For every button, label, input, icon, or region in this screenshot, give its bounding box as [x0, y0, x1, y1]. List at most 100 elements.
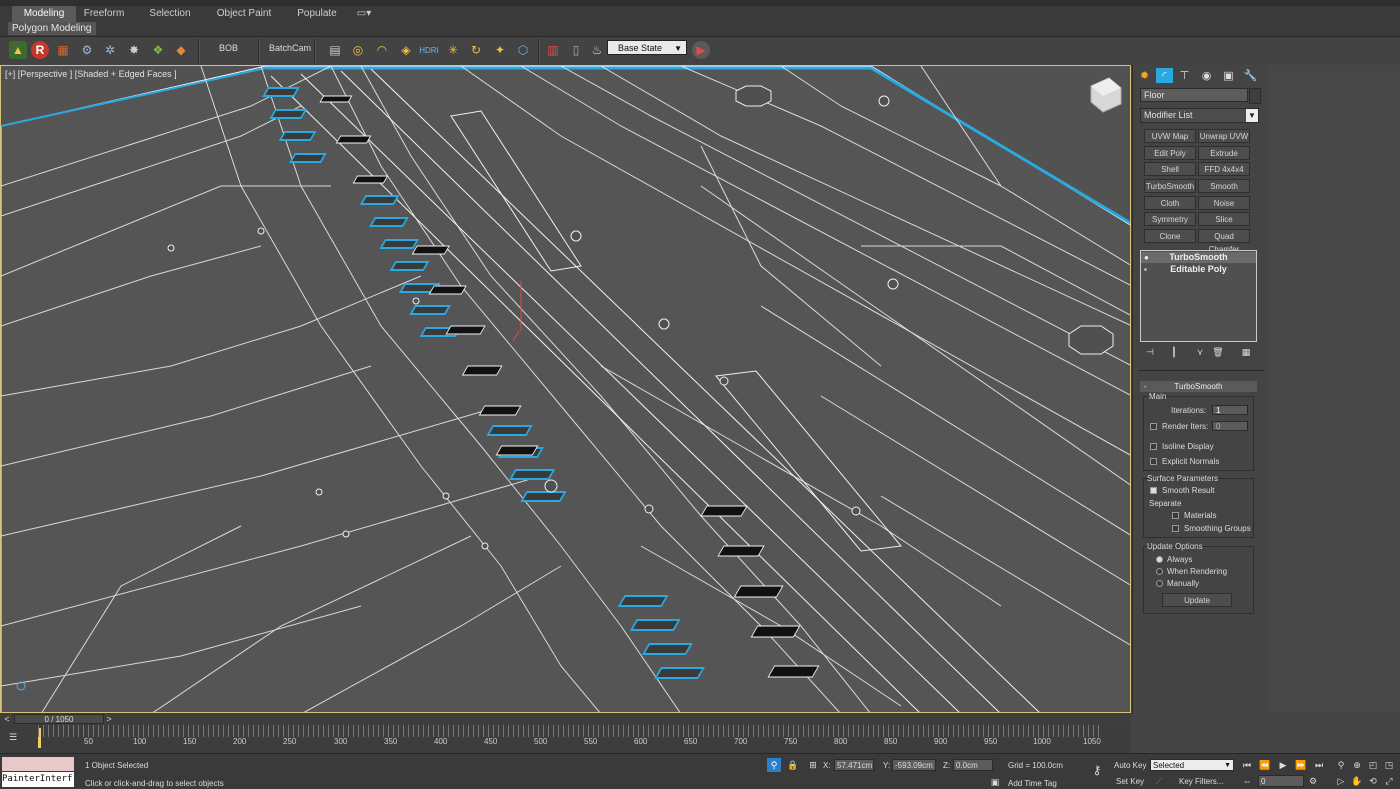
iterations-spinner[interactable]: 1 [1212, 405, 1248, 415]
time-config-icon[interactable]: ⚙ [1306, 775, 1320, 787]
teapot-icon[interactable]: ♨ [588, 41, 606, 59]
gear-icon[interactable]: ⚙ [78, 41, 96, 59]
slice-button[interactable]: Slice [1198, 212, 1250, 226]
zoom-icon[interactable]: ⚲ [1334, 759, 1348, 771]
play-icon[interactable]: ▶ [1276, 759, 1290, 771]
sun-arc-icon[interactable]: ◠ [373, 41, 391, 59]
key-icon[interactable]: ⚷ [1090, 764, 1104, 776]
set-key-button[interactable]: Set Key [1116, 777, 1144, 786]
set-keys-icon[interactable]: ⟋ [1152, 775, 1166, 787]
splash-icon[interactable]: ✸ [125, 41, 143, 59]
modifier-list-dropdown[interactable]: Modifier List ▼ [1140, 108, 1259, 123]
turbosmooth-rollout-header[interactable]: - TurboSmooth [1140, 381, 1257, 392]
grid-view-icon[interactable]: ▤ [326, 41, 344, 59]
key-filters-button[interactable]: Key Filters... [1179, 777, 1223, 786]
perspective-viewport[interactable]: [+] [Perspective ] [Shaded + Edged Faces… [0, 65, 1131, 713]
smooth-button[interactable]: Smooth [1198, 179, 1250, 193]
x-coordinate-field[interactable]: 57.471cm [834, 759, 874, 771]
mini-curve-editor-icon[interactable]: ☰ [6, 731, 20, 743]
object-name-field[interactable]: Floor [1140, 88, 1248, 102]
ffd-4x4x4-button[interactable]: FFD 4x4x4 [1198, 162, 1250, 176]
orbit-icon[interactable]: ⟲ [1366, 775, 1380, 787]
stack-item-turbosmooth[interactable]: ● TurboSmooth [1141, 252, 1256, 263]
isoline-display-checkbox[interactable] [1150, 443, 1157, 450]
add-time-tag[interactable]: Add Time Tag [1008, 779, 1057, 788]
state-sets-icon[interactable]: ▥ [544, 41, 562, 59]
shell-button[interactable]: Shell [1144, 162, 1196, 176]
track-bar[interactable]: ☰ 50 100 150 200 250 300 350 400 450 500… [0, 725, 1131, 753]
zoom-extents-icon[interactable]: ◰ [1366, 759, 1380, 771]
state-compare-icon[interactable]: ▯ [567, 41, 585, 59]
z-coordinate-field[interactable]: 0.0cm [953, 759, 993, 771]
utilities-tab-icon[interactable]: 🔧 [1242, 68, 1259, 83]
absolute-mode-icon[interactable]: ⊞ [806, 759, 820, 771]
unwrap-uvw-button[interactable]: Unwrap UVW [1198, 129, 1250, 143]
brick-icon[interactable]: ▦ [54, 41, 72, 59]
bob-button[interactable]: BOB [219, 43, 238, 53]
time-slider[interactable]: 0 / 1050 [14, 714, 104, 724]
auto-key-button[interactable]: Auto Key [1114, 761, 1146, 770]
render-iters-checkbox[interactable] [1150, 423, 1157, 430]
when-rendering-radio[interactable] [1156, 568, 1163, 575]
next-key-icon[interactable]: ⏩ [1294, 759, 1308, 771]
maxscript-listener-top[interactable] [2, 757, 74, 771]
play-render-icon[interactable]: ▶ [692, 41, 710, 59]
settings-icon[interactable]: ✲ [101, 41, 119, 59]
tab-polygon-modeling[interactable]: Polygon Modeling [8, 22, 96, 35]
maximize-viewport-icon[interactable]: ⤢ [1382, 775, 1396, 787]
sun-flare-icon[interactable]: ✳ [444, 41, 462, 59]
stack-item-editable-poly[interactable]: ▪ Editable Poly [1141, 264, 1256, 275]
teapot-render-icon[interactable]: ▲ [9, 41, 27, 59]
previous-key-icon[interactable]: ⏪ [1258, 759, 1272, 771]
materials-checkbox[interactable] [1172, 512, 1179, 519]
search-sun-icon[interactable]: ◎ [349, 41, 367, 59]
modify-tab-icon[interactable]: ◜ [1156, 68, 1173, 83]
expand-icon[interactable]: ▪ [1144, 264, 1147, 275]
cloth-button[interactable]: Cloth [1144, 196, 1196, 210]
selection-set-dropdown[interactable]: Selected ▼ [1150, 759, 1234, 771]
remove-modifier-icon[interactable]: 🗑 [1211, 346, 1225, 358]
pin-stack-icon[interactable]: ⊣ [1143, 346, 1157, 358]
isolate-selection-icon[interactable]: ⚲ [767, 758, 781, 772]
tab-selection[interactable]: Selection [144, 6, 196, 22]
redshift-icon[interactable]: R [31, 41, 49, 59]
tab-populate[interactable]: Populate [290, 6, 344, 22]
make-unique-icon[interactable]: ⋎ [1193, 346, 1207, 358]
tab-modeling[interactable]: Modeling [12, 6, 76, 22]
hdri-icon[interactable]: HDRI [419, 41, 439, 59]
maxscript-mini-listener[interactable]: PainterInterf [2, 772, 74, 787]
show-end-result-icon[interactable]: ┃ [1167, 346, 1181, 358]
field-of-view-icon[interactable]: ▷ [1334, 775, 1348, 787]
time-tag-icon[interactable]: ▣ [988, 776, 1002, 788]
create-tab-icon[interactable]: ✹ [1136, 68, 1153, 83]
base-state-dropdown[interactable]: Base State ▼ [607, 40, 687, 55]
go-to-start-icon[interactable]: ⏮ [1240, 759, 1254, 771]
smooth-result-checkbox[interactable] [1150, 487, 1157, 494]
lock-icon[interactable]: 🔒 [786, 759, 800, 771]
current-frame-field[interactable]: 0 [1258, 775, 1304, 787]
scatter-icon[interactable]: ❖ [149, 41, 167, 59]
viewport-label[interactable]: [+] [Perspective ] [Shaded + Edged Faces… [5, 69, 177, 79]
always-radio[interactable] [1156, 556, 1163, 563]
box-icon[interactable]: ◆ [172, 41, 190, 59]
symmetry-button[interactable]: Symmetry [1144, 212, 1196, 226]
hierarchy-tab-icon[interactable]: ⊤ [1176, 68, 1193, 83]
next-frame-icon[interactable]: > [102, 713, 116, 725]
edit-poly-button[interactable]: Edit Poly [1144, 146, 1196, 160]
uvw-map-button[interactable]: UVW Map [1144, 129, 1196, 143]
clone-button[interactable]: Clone [1144, 229, 1196, 243]
object-color-swatch[interactable] [1249, 88, 1261, 104]
update-button[interactable]: Update [1162, 593, 1232, 607]
tab-object-paint[interactable]: Object Paint [212, 6, 276, 22]
turbosmooth-button[interactable]: TurboSmooth [1144, 179, 1196, 193]
ribbon-options-icon[interactable]: ▭▾ [354, 6, 374, 22]
batchcam-button[interactable]: BatchCam [269, 43, 311, 53]
tab-freeform[interactable]: Freeform [78, 6, 130, 22]
sun-target-icon[interactable]: ✦ [491, 41, 509, 59]
zoom-extents-all-icon[interactable]: ◳ [1382, 759, 1396, 771]
manually-radio[interactable] [1156, 580, 1163, 587]
motion-tab-icon[interactable]: ◉ [1198, 68, 1215, 83]
key-mode-icon[interactable]: ⇔ [1240, 775, 1254, 787]
zoom-all-icon[interactable]: ⊕ [1350, 759, 1364, 771]
pan-icon[interactable]: ✋ [1350, 775, 1364, 787]
